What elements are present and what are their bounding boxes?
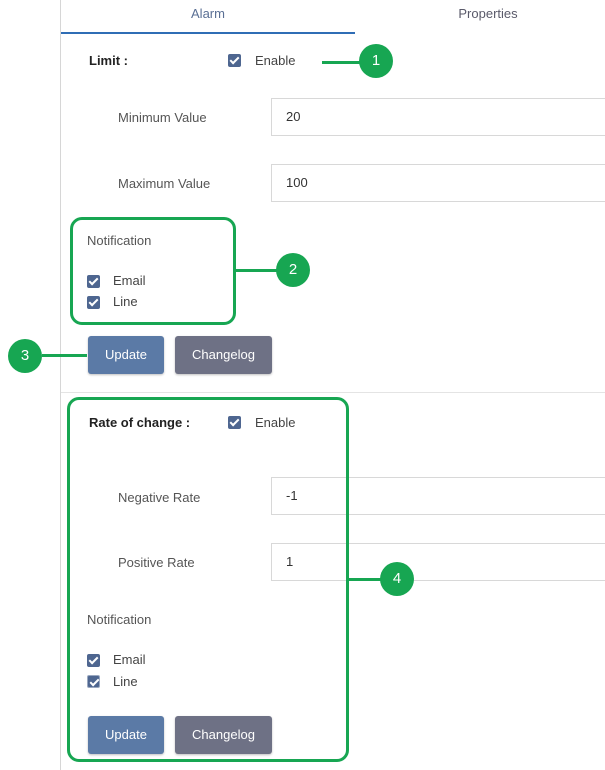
minimum-value-label: Minimum Value <box>118 110 207 125</box>
section-divider <box>61 392 605 393</box>
maximum-value-input[interactable]: 100 <box>271 164 605 202</box>
maximum-value-label: Maximum Value <box>118 176 211 191</box>
tab-alarm[interactable]: Alarm <box>61 0 355 34</box>
limit-changelog-button[interactable]: Changelog <box>175 336 272 374</box>
callout-4-connector <box>349 578 381 581</box>
notification-highlight-box <box>70 217 236 325</box>
callout-3-bubble: 3 <box>8 339 42 373</box>
limit-enable-checkbox[interactable] <box>228 54 241 67</box>
callout-4-bubble: 4 <box>380 562 414 596</box>
callout-3-connector <box>42 354 87 357</box>
callout-2-connector <box>236 269 278 272</box>
tab-properties[interactable]: Properties <box>355 0 605 32</box>
tab-bar: Alarm Properties <box>61 0 605 34</box>
rate-of-change-highlight-box <box>67 397 349 762</box>
limit-title: Limit : <box>89 53 128 68</box>
limit-enable-label: Enable <box>255 53 296 68</box>
callout-1-connector <box>322 61 362 64</box>
limit-update-button[interactable]: Update <box>88 336 164 374</box>
minimum-value-input[interactable]: 20 <box>271 98 605 136</box>
callout-2-bubble: 2 <box>276 253 310 287</box>
callout-1-bubble: 1 <box>359 44 393 78</box>
